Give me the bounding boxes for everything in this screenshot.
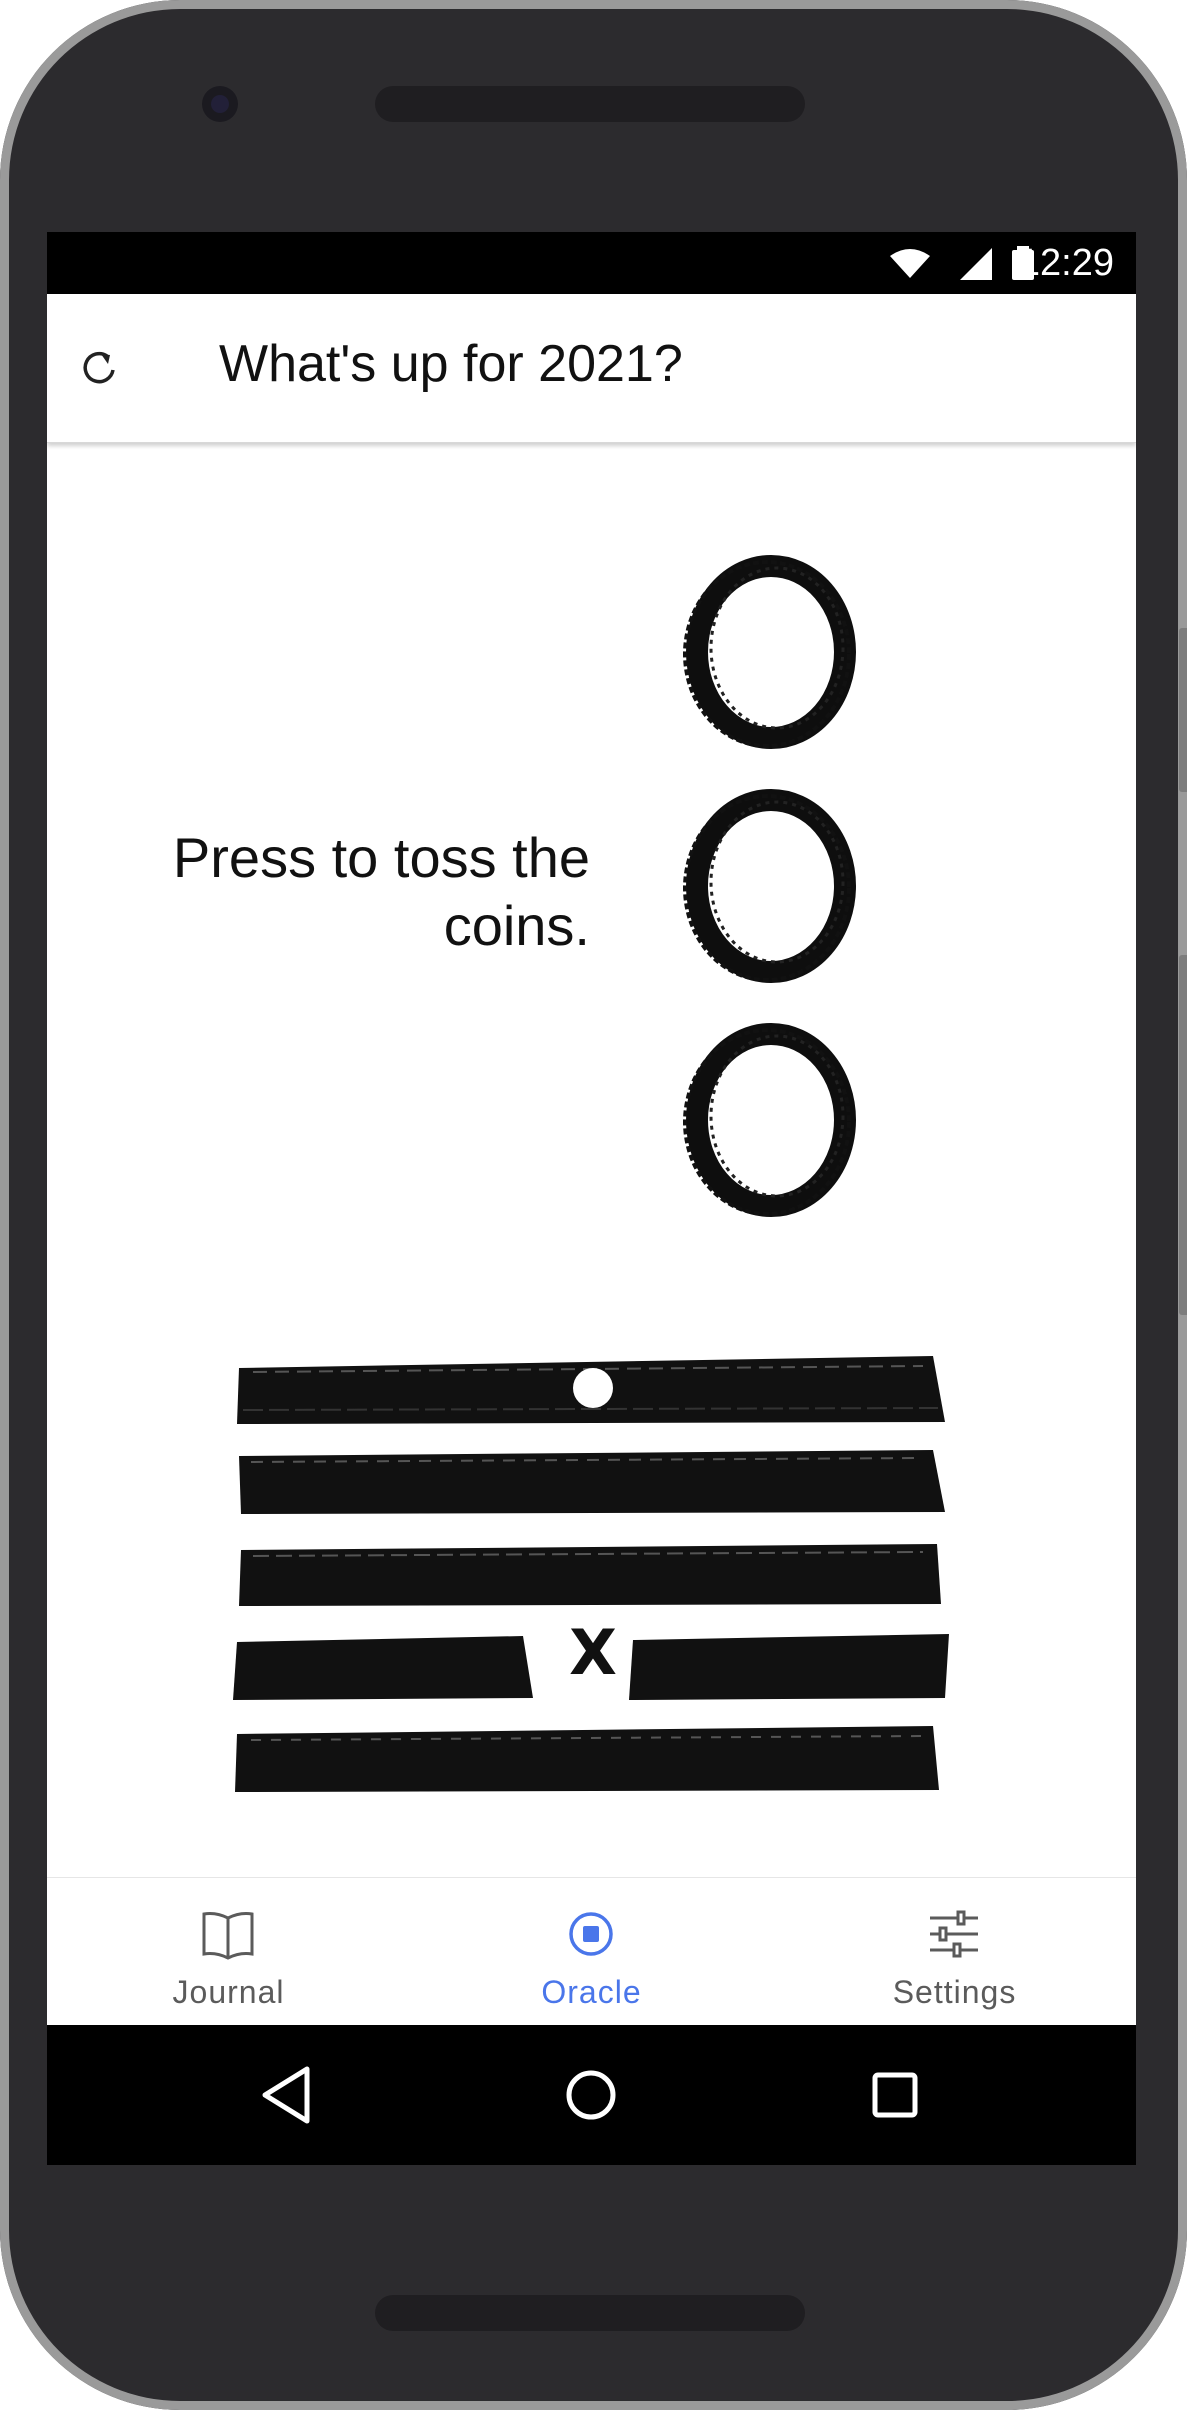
- status-time: 12:29: [1018, 242, 1114, 284]
- page-title: What's up for 2021?: [219, 335, 683, 393]
- hexagram-line-5: [235, 1726, 939, 1792]
- refresh-button[interactable]: [73, 342, 125, 394]
- earpiece-speaker: [375, 86, 805, 122]
- nav-item-settings[interactable]: Settings: [773, 1878, 1136, 2026]
- recents-icon[interactable]: [855, 2055, 935, 2135]
- nav-item-journal[interactable]: Journal: [47, 1878, 410, 2026]
- device-screen: 12:29 What's up for 2021? Press to toss …: [47, 232, 1136, 2165]
- status-bar: 12:29: [47, 232, 1136, 294]
- oracle-icon: [569, 1912, 613, 1956]
- nav-item-oracle[interactable]: Oracle: [410, 1878, 773, 2026]
- toss-coins-prompt[interactable]: Press to toss the coins.: [107, 824, 590, 960]
- nav-label-settings: Settings: [892, 1974, 1017, 2010]
- refresh-icon: [83, 351, 115, 384]
- bottom-navigation: Journal Oracle Settings: [47, 1877, 1136, 2026]
- wifi-icon: [890, 249, 930, 278]
- coin-1[interactable]: [661, 542, 881, 762]
- coin-2[interactable]: [661, 776, 881, 996]
- system-navigation-bar: [47, 2025, 1136, 2165]
- bottom-speaker: [375, 2295, 805, 2331]
- app-bar: What's up for 2021?: [47, 294, 1136, 443]
- home-icon[interactable]: [551, 2055, 631, 2135]
- moving-line-dot-marker: [573, 1368, 613, 1408]
- back-icon[interactable]: [247, 2055, 327, 2135]
- nav-label-journal: Journal: [172, 1974, 285, 2010]
- volume-button: [1179, 955, 1187, 1315]
- hexagram: X: [233, 1350, 953, 1792]
- hexagram-line-2: [239, 1450, 945, 1514]
- signal-icon: [960, 248, 992, 280]
- coin-3[interactable]: [661, 1010, 881, 1230]
- book-icon: [202, 1912, 254, 1960]
- hexagram-line-3: [239, 1544, 941, 1606]
- nav-label-oracle: Oracle: [541, 1974, 642, 2010]
- moving-line-x-marker: X: [569, 1616, 617, 1689]
- phone-frame: 12:29 What's up for 2021? Press to toss …: [0, 0, 1187, 2410]
- sliders-icon: [930, 1910, 978, 1958]
- power-button: [1179, 628, 1187, 792]
- front-camera: [202, 86, 238, 122]
